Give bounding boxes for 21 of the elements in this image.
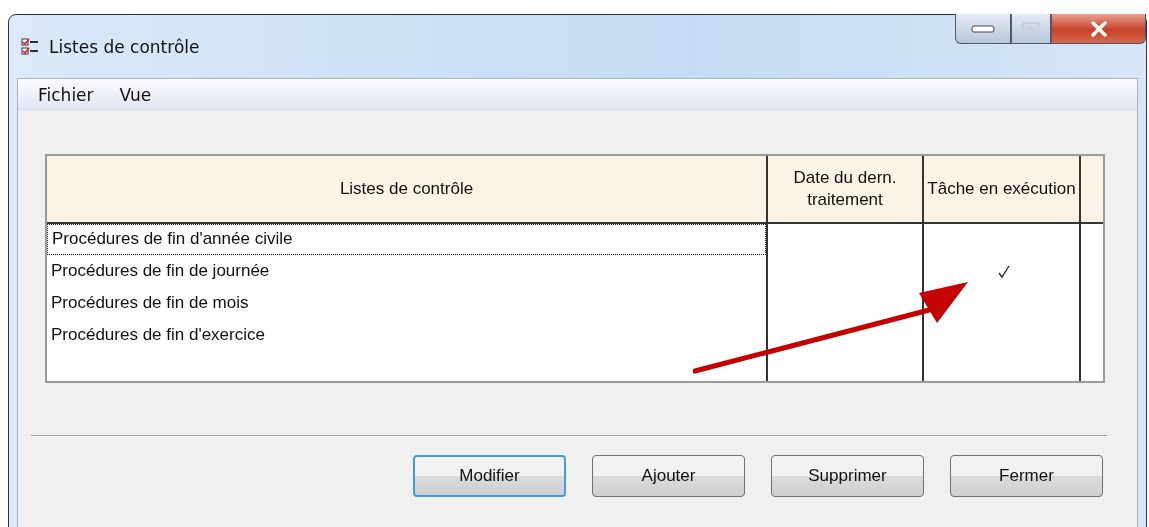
close-icon bbox=[1089, 20, 1108, 37]
column-header: Tâche en exécution bbox=[924, 156, 1081, 222]
list-row[interactable]: Procédures de fin d'exercice bbox=[47, 319, 766, 351]
column-header: Listes de contrôle bbox=[47, 156, 768, 222]
dialog-button[interactable]: Modifier bbox=[413, 455, 566, 497]
menu-item[interactable]: Vue bbox=[119, 85, 152, 105]
menu-item[interactable]: Fichier bbox=[38, 85, 94, 105]
minimize-icon bbox=[971, 24, 995, 33]
window-title: Listes de contrôle bbox=[49, 36, 200, 57]
maximize-button[interactable] bbox=[1011, 14, 1051, 44]
minimize-button[interactable] bbox=[955, 14, 1011, 44]
column-header: Date du dern. traitement bbox=[768, 156, 924, 222]
list-row[interactable]: Procédures de fin de mois bbox=[47, 287, 766, 319]
dialog-button[interactable]: Ajouter bbox=[592, 455, 745, 497]
checklist-icon bbox=[21, 37, 39, 56]
maximize-icon bbox=[1021, 20, 1041, 37]
list-row[interactable]: Procédures de fin d'année civile bbox=[47, 224, 766, 255]
dialog-button[interactable]: Supprimer bbox=[771, 455, 924, 497]
list-row[interactable]: Procédures de fin de journée bbox=[47, 255, 766, 287]
close-button[interactable] bbox=[1051, 14, 1146, 44]
dialog-button[interactable]: Fermer bbox=[950, 455, 1103, 497]
